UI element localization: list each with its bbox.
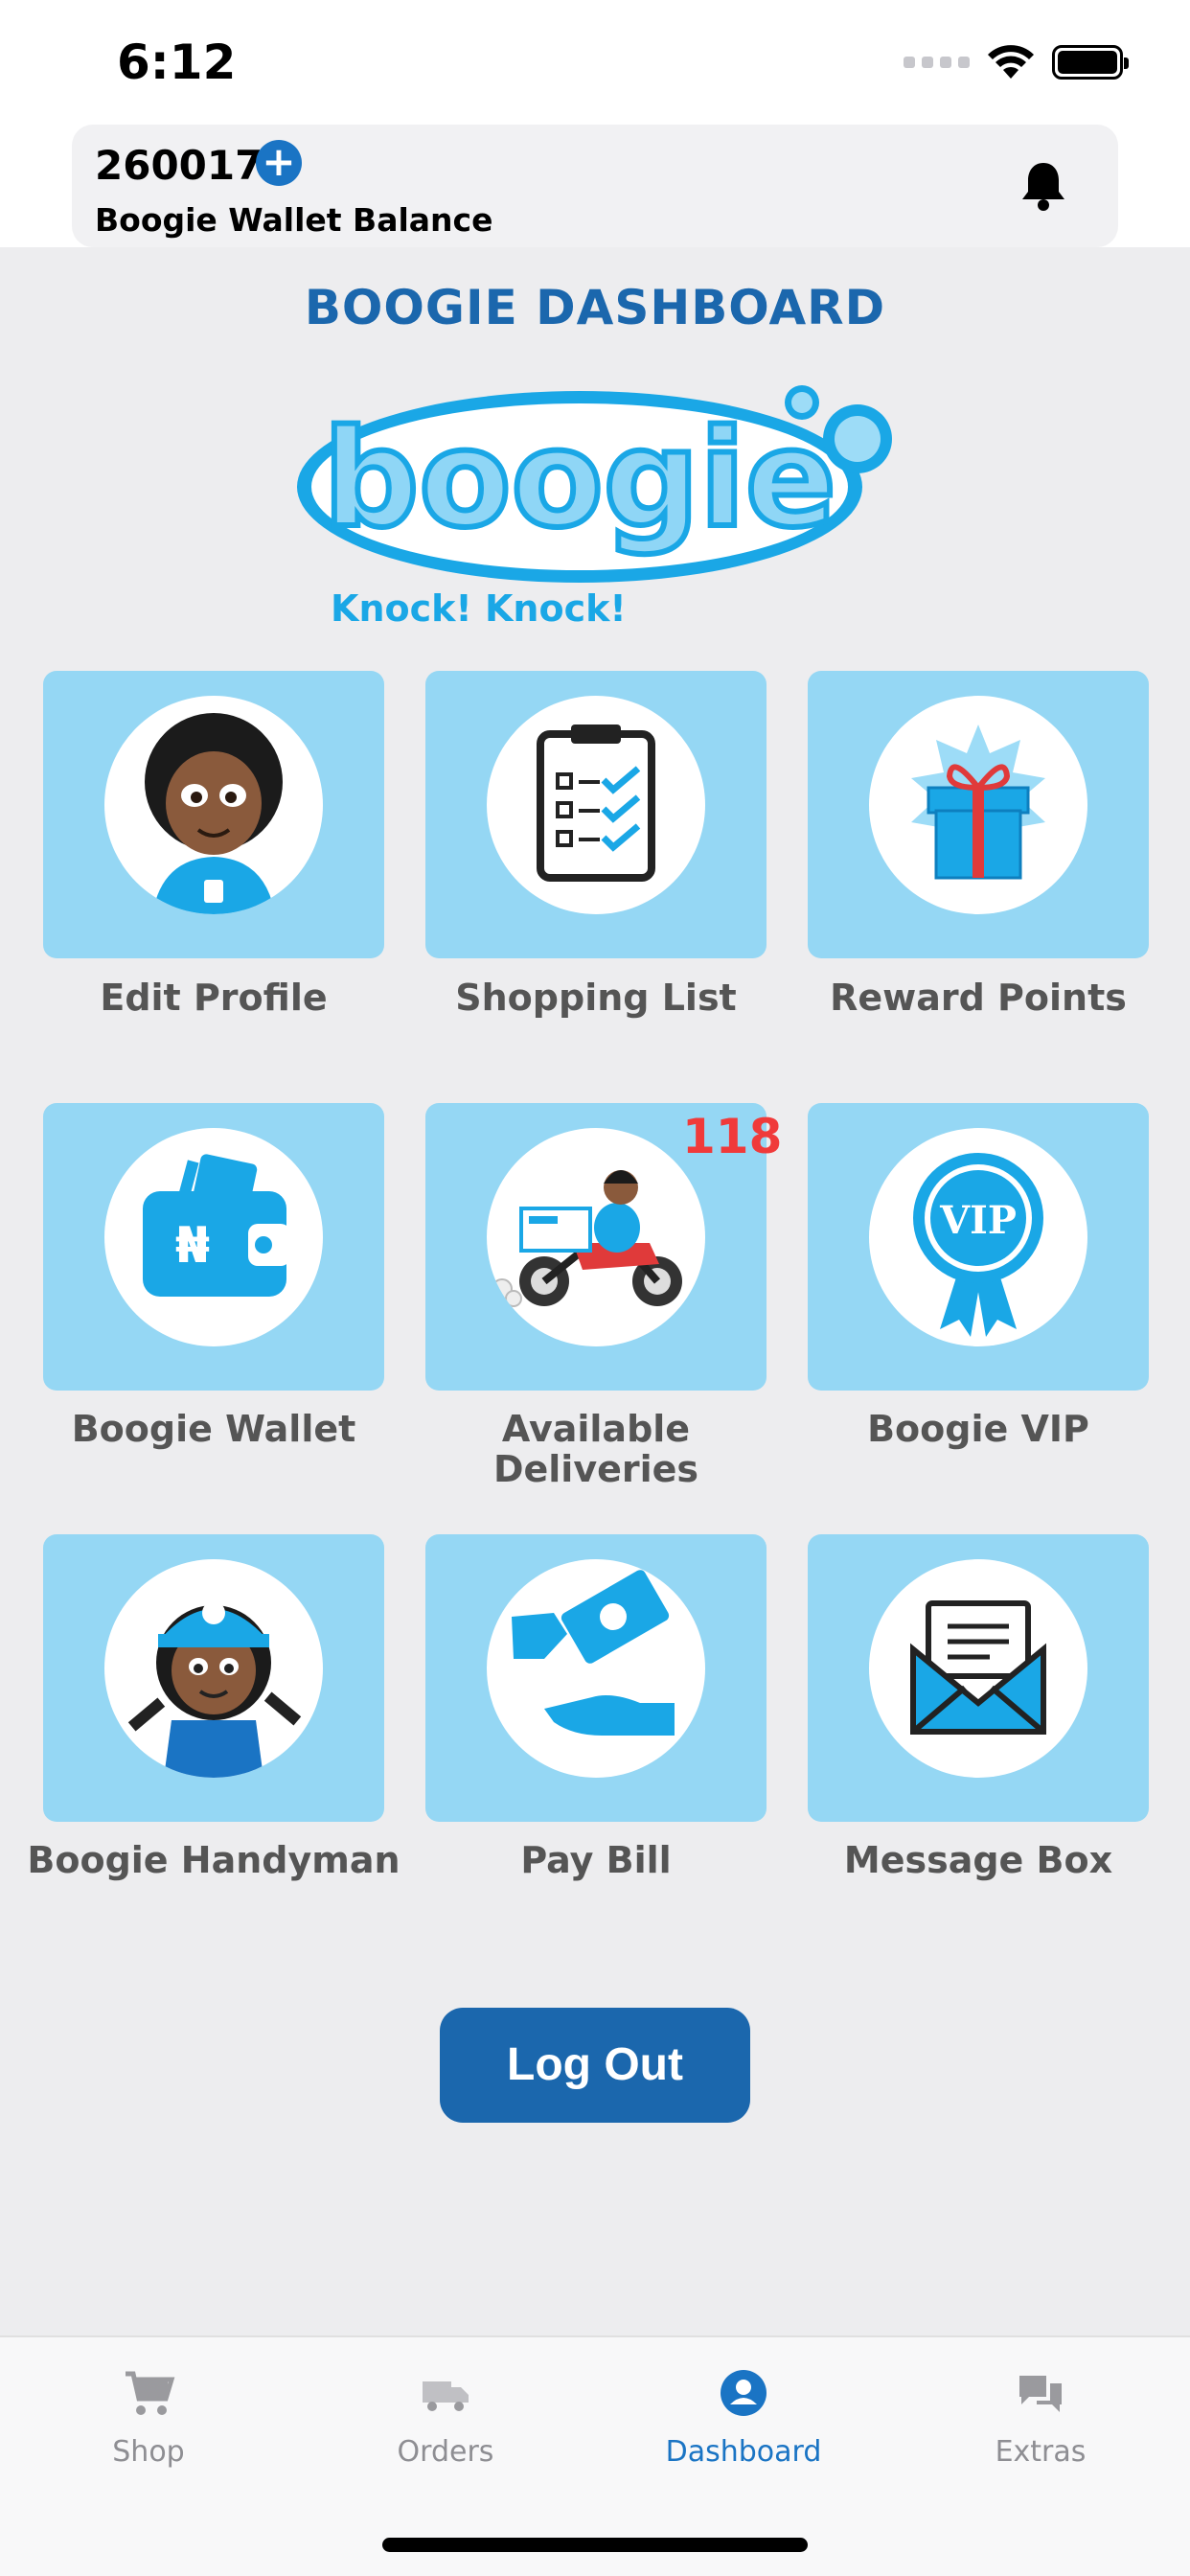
available-deliveries-label: Available Deliveries	[492, 1408, 699, 1490]
delivery-motorbike-icon	[492, 1170, 682, 1307]
boogie-wallet-tile[interactable]: ₦	[43, 1103, 384, 1391]
boogie-handyman-label: Boogie Handyman	[27, 1839, 400, 1881]
logout-button[interactable]: Log Out	[440, 2008, 750, 2123]
status-time: 6:12	[117, 34, 237, 90]
boogie-wallet-label: Boogie Wallet	[71, 1408, 356, 1450]
cart-icon	[126, 2371, 175, 2415]
tab-dashboard-label: Dashboard	[665, 2435, 822, 2469]
pay-bill-label: Pay Bill	[520, 1839, 672, 1881]
wallet-balance-amount: 260017	[95, 142, 263, 189]
edit-profile-tile[interactable]	[43, 671, 384, 958]
gift-box-icon	[911, 724, 1045, 880]
deliveries-count-badge: 118	[682, 1109, 783, 1164]
shopping-list-tile[interactable]	[425, 671, 767, 958]
status-indicators	[904, 44, 1129, 80]
add-funds-button[interactable]: +	[256, 140, 302, 186]
status-bar: 6:12	[0, 0, 1190, 125]
boogie-vip-label: Boogie VIP	[867, 1408, 1089, 1450]
handyman-icon	[127, 1601, 302, 1778]
edit-profile-label: Edit Profile	[100, 977, 328, 1019]
shopping-list-label: Shopping List	[455, 977, 737, 1019]
boy-avatar-icon	[145, 713, 283, 914]
home-indicator	[382, 2538, 808, 2552]
message-box-tile[interactable]	[808, 1534, 1149, 1822]
tab-orders-label: Orders	[397, 2435, 494, 2469]
available-deliveries-tile[interactable]: 118	[425, 1103, 782, 1391]
wallet-balance-label: Boogie Wallet Balance	[95, 201, 493, 239]
wallet-icon: ₦	[143, 1154, 290, 1297]
svg-text:₦: ₦	[175, 1217, 210, 1275]
wallet-balance-card[interactable]: 260017 + Boogie Wallet Balance	[72, 125, 1118, 247]
tab-shop-label: Shop	[112, 2435, 185, 2469]
message-box-label: Message Box	[843, 1839, 1113, 1881]
boogie-handyman-tile[interactable]	[43, 1534, 384, 1822]
tab-shop[interactable]: Shop	[34, 2366, 263, 2469]
reward-points-label: Reward Points	[830, 977, 1127, 1019]
cellular-signal-icon	[904, 57, 970, 68]
svg-text:VIP: VIP	[939, 1198, 1017, 1243]
pay-bill-tile[interactable]	[425, 1534, 767, 1822]
person-circle-icon	[721, 2370, 767, 2416]
truck-icon	[423, 2381, 469, 2411]
svg-text:Knock! Knock!: Knock! Knock!	[331, 587, 627, 630]
battery-icon	[1052, 45, 1129, 80]
envelope-icon	[910, 1600, 1046, 1735]
reward-points-tile[interactable]	[808, 671, 1149, 958]
svg-text:boogie: boogie	[323, 402, 836, 558]
notification-bell-icon[interactable]	[1015, 157, 1072, 215]
pay-bill-hand-icon	[512, 1570, 675, 1736]
tab-orders[interactable]: Orders	[331, 2366, 561, 2469]
chat-bubbles-icon	[1019, 2376, 1062, 2412]
tab-extras[interactable]: Extras	[926, 2366, 1156, 2469]
boogie-vip-tile[interactable]: VIP	[808, 1103, 1149, 1391]
boogie-logo: boogie Knock! Knock!	[297, 385, 892, 630]
wifi-icon	[988, 45, 1034, 79]
dashboard-title: BOOGIE DASHBOARD	[304, 280, 886, 335]
clipboard-checklist-icon	[537, 724, 655, 882]
tab-dashboard[interactable]: Dashboard	[629, 2366, 858, 2469]
tab-extras-label: Extras	[995, 2435, 1087, 2469]
vip-ribbon-icon: VIP	[913, 1153, 1043, 1337]
